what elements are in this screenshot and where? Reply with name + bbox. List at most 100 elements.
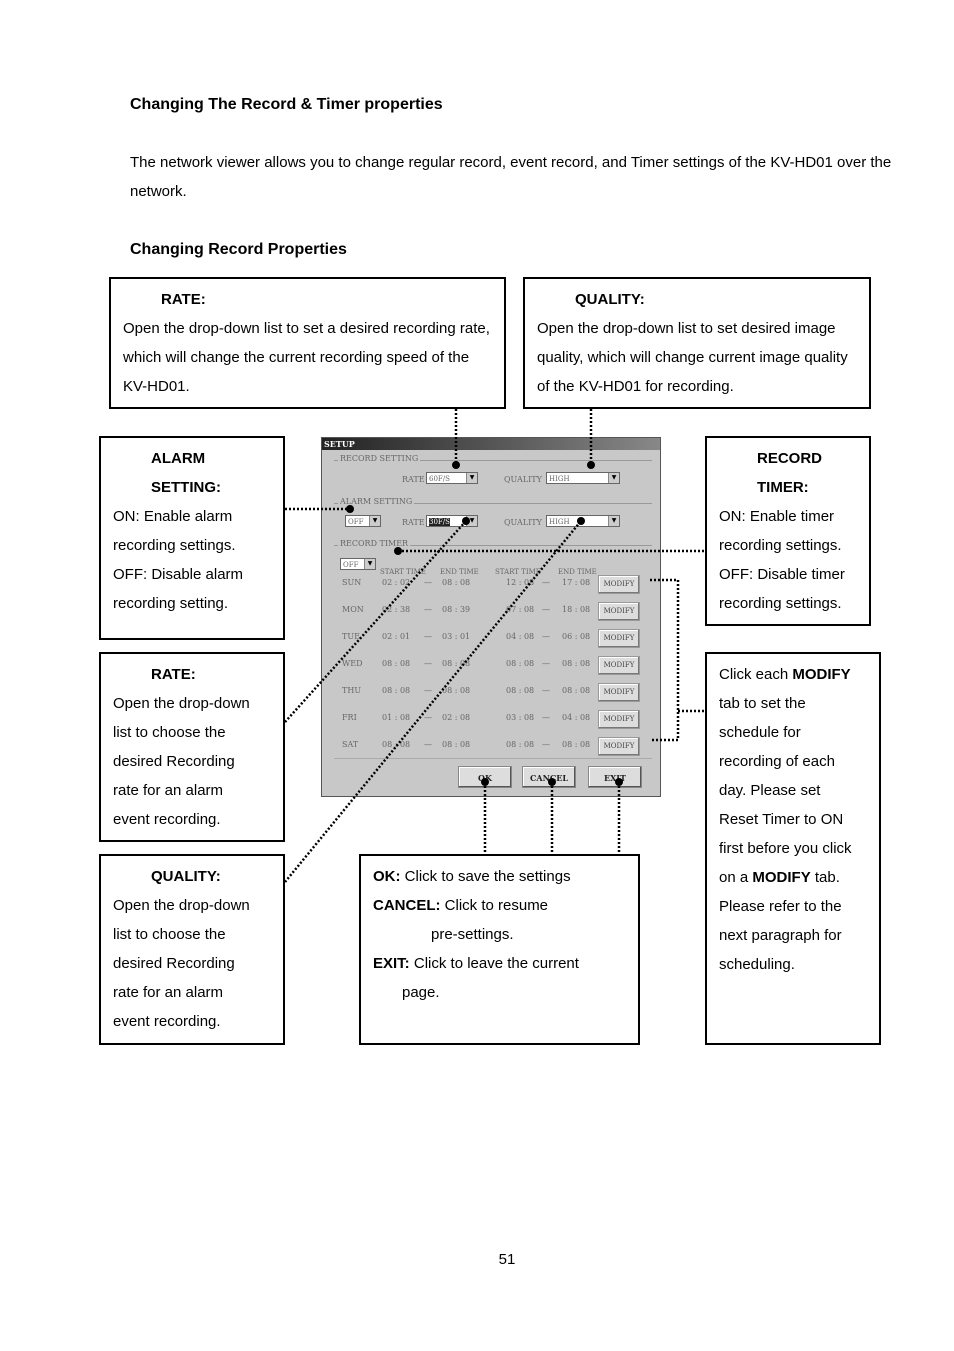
dash-separator: — bbox=[424, 740, 432, 749]
callout-line: tab to set the bbox=[719, 695, 806, 712]
time-value: 02 : 08 bbox=[442, 713, 471, 722]
time-value: 02 : 01 bbox=[382, 632, 411, 641]
chevron-down-icon: ▼ bbox=[466, 516, 477, 526]
quality-label: QUALITY bbox=[504, 518, 542, 527]
time-value: 08 : 08 bbox=[562, 740, 591, 749]
time-value: 08 : 08 bbox=[442, 686, 471, 695]
callout-line: next paragraph for bbox=[719, 927, 842, 944]
day-label: WED bbox=[342, 659, 363, 668]
callout-title: RATE: bbox=[151, 666, 196, 683]
dash-separator: — bbox=[424, 659, 432, 668]
callout-alarm-rate: RATE: Open the drop-down list to choose … bbox=[99, 652, 285, 842]
timer-state-select[interactable]: OFF ▼ bbox=[340, 558, 376, 570]
callout-modify: Click each MODIFY tab to set the schedul… bbox=[705, 652, 881, 1045]
ok-button[interactable]: OK bbox=[458, 766, 512, 788]
time-value: 08 : 08 bbox=[382, 686, 411, 695]
dash-separator: — bbox=[542, 686, 550, 695]
subsection-heading: Changing Record Properties bbox=[130, 241, 347, 258]
group-label: ALARM SETTING bbox=[338, 497, 415, 506]
select-value: 30F/S bbox=[429, 518, 450, 526]
rate-label: RATE bbox=[402, 475, 425, 484]
exit-button[interactable]: EXIT bbox=[588, 766, 642, 788]
time-value: 03 : 01 bbox=[442, 632, 471, 641]
time-value: 18 : 08 bbox=[562, 605, 591, 614]
callout-quality: QUALITY: Open the drop-down list to set … bbox=[523, 277, 871, 409]
callout-text: on a bbox=[719, 869, 753, 886]
time-value: 02 : 38 bbox=[382, 605, 411, 614]
quality-label: QUALITY bbox=[504, 475, 542, 484]
record-rate-select[interactable]: 60F/S ▼ bbox=[426, 472, 478, 484]
callout-dialog-buttons: OK: Click to save the settings CANCEL: C… bbox=[359, 854, 640, 1045]
callout-title: SETTING: bbox=[151, 479, 221, 496]
time-value: 17 : 08 bbox=[562, 578, 591, 587]
time-value: 06 : 08 bbox=[562, 632, 591, 641]
callout-title: QUALITY: bbox=[575, 291, 645, 308]
time-value: 04 : 08 bbox=[562, 713, 591, 722]
modify-button[interactable]: MODIFY bbox=[598, 737, 640, 756]
schedule-row: THU 08 : 08 — 08 : 08 08 : 08 — 08 : 08 MODIFY bbox=[342, 682, 652, 702]
time-value: 02 : 02 bbox=[382, 578, 411, 587]
callout-title: QUALITY: bbox=[151, 868, 221, 885]
modify-button[interactable]: MODIFY bbox=[598, 656, 640, 675]
day-label: SUN bbox=[342, 578, 362, 587]
modify-button[interactable]: MODIFY bbox=[598, 710, 640, 729]
callout-key: MODIFY bbox=[792, 666, 851, 683]
callout-line: Click each MODIFY bbox=[719, 660, 867, 689]
time-value: 07 : 08 bbox=[506, 605, 535, 614]
alarm-state-select[interactable]: OFF ▼ bbox=[345, 515, 381, 527]
callout-line: recording settings. bbox=[113, 537, 236, 554]
callout-line: rate for an alarm bbox=[113, 782, 224, 799]
callout-key: OK: bbox=[373, 868, 401, 885]
callout-text: Click to resume bbox=[440, 897, 549, 914]
callout-body: Open the drop-down list to set a desired… bbox=[123, 320, 490, 395]
record-setting-group: RECORD SETTING bbox=[334, 454, 652, 463]
callout-line: page. bbox=[402, 984, 440, 1001]
cancel-button[interactable]: CANCEL bbox=[522, 766, 576, 788]
select-value: OFF bbox=[348, 518, 364, 526]
modify-button[interactable]: MODIFY bbox=[598, 602, 640, 621]
callout-line: scheduling. bbox=[719, 956, 795, 973]
select-value: OFF bbox=[343, 561, 359, 569]
modify-button[interactable]: MODIFY bbox=[598, 575, 640, 594]
callout-line: list to choose the bbox=[113, 724, 226, 741]
callout-alarm-quality: QUALITY: Open the drop-down list to choo… bbox=[99, 854, 285, 1045]
callout-text: Click to leave the current bbox=[409, 955, 579, 972]
callout-line: recording of each bbox=[719, 753, 835, 770]
callout-key: CANCEL: bbox=[373, 897, 441, 914]
dash-separator: — bbox=[542, 605, 550, 614]
day-label: MON bbox=[342, 605, 364, 614]
alarm-rate-select[interactable]: 30F/S ▼ bbox=[426, 515, 478, 527]
callout-line: list to choose the bbox=[113, 926, 226, 943]
select-value: HIGH bbox=[549, 475, 570, 483]
time-value: 08 : 08 bbox=[442, 659, 471, 668]
group-label: RECORD TIMER bbox=[338, 539, 411, 548]
schedule-row: WED 08 : 08 — 08 : 08 08 : 08 — 08 : 08 MODIFY bbox=[342, 655, 652, 675]
dash-separator: — bbox=[542, 578, 550, 587]
callout-line: OFF: Disable timer bbox=[719, 566, 845, 583]
callout-body: Open the drop-down list to set desired i… bbox=[537, 320, 848, 395]
schedule-row: SAT 08 : 08 — 08 : 08 08 : 08 — 08 : 08 MODIFY bbox=[342, 736, 652, 756]
time-value: 08 : 39 bbox=[442, 605, 471, 614]
callout-line: OFF: Disable alarm bbox=[113, 566, 244, 583]
schedule-row: MON 02 : 38 — 08 : 39 07 : 08 — 18 : 08 MODIFY bbox=[342, 601, 652, 621]
section-heading: Changing The Record & Timer properties bbox=[130, 96, 443, 113]
callout-line: Please refer to the bbox=[719, 898, 842, 915]
dash-separator: — bbox=[542, 632, 550, 641]
schedule-row: FRI 01 : 08 — 02 : 08 03 : 08 — 04 : 08 MODIFY bbox=[342, 709, 652, 729]
modify-button[interactable]: MODIFY bbox=[598, 629, 640, 648]
select-value: 60F/S bbox=[429, 475, 450, 483]
intro-paragraph: The network viewer allows you to change … bbox=[130, 154, 892, 200]
modify-button[interactable]: MODIFY bbox=[598, 683, 640, 702]
callout-title: TIMER: bbox=[757, 479, 809, 496]
callout-line: EXIT: Click to leave the current bbox=[373, 949, 626, 978]
alarm-quality-select[interactable]: HIGH ▼ bbox=[546, 515, 620, 527]
chevron-down-icon: ▼ bbox=[369, 516, 380, 526]
callout-line: ON: Enable alarm bbox=[113, 508, 233, 525]
record-quality-select[interactable]: HIGH ▼ bbox=[546, 472, 620, 484]
callout-rate: RATE: Open the drop-down list to set a d… bbox=[109, 277, 506, 409]
callout-line: ON: Enable timer bbox=[719, 508, 835, 525]
time-value: 08 : 08 bbox=[382, 740, 411, 749]
time-value: 08 : 08 bbox=[562, 686, 591, 695]
day-label: TUE bbox=[342, 632, 360, 641]
rate-label: RATE bbox=[402, 518, 425, 527]
